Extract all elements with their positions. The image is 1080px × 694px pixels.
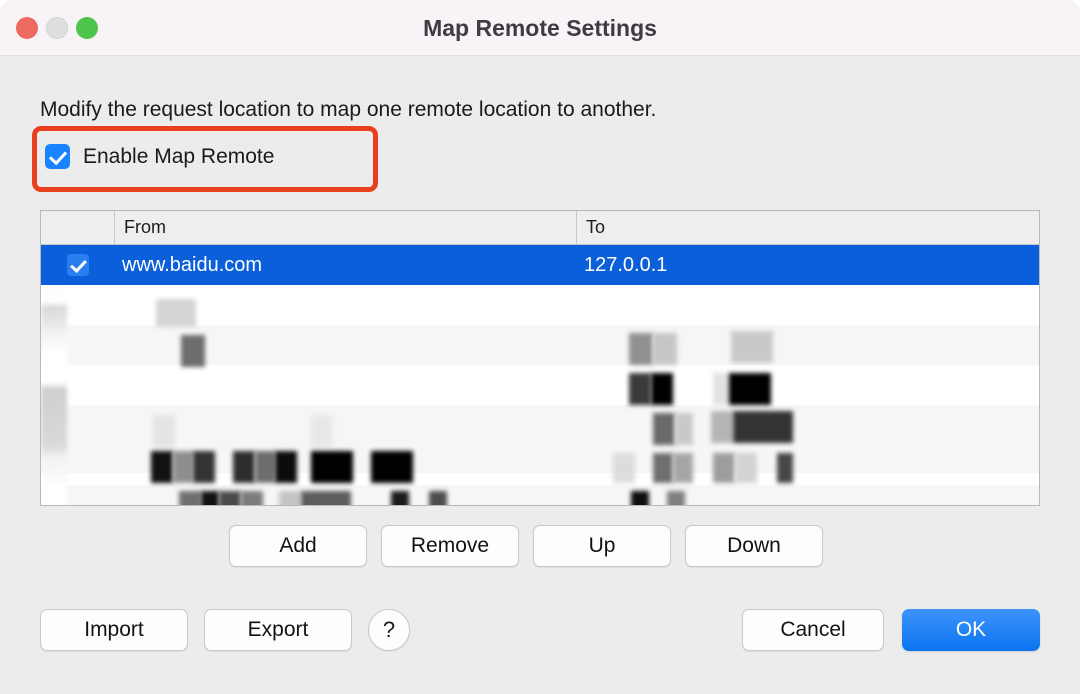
remove-button[interactable]: Remove xyxy=(381,525,519,567)
table-action-buttons: Add Remove Up Down xyxy=(229,525,823,567)
row-enabled-checkbox[interactable] xyxy=(66,254,89,276)
redacted-rows-region[interactable] xyxy=(41,285,1039,505)
up-button[interactable]: Up xyxy=(533,525,671,567)
mappings-table[interactable]: From To www.baidu.com 127.0.0.1 xyxy=(40,210,1040,506)
enable-map-remote-row[interactable]: Enable Map Remote xyxy=(45,144,274,169)
add-button[interactable]: Add xyxy=(229,525,367,567)
bottom-left-buttons: Import Export ? xyxy=(40,609,410,651)
window-titlebar: Map Remote Settings xyxy=(0,0,1080,56)
table-row[interactable]: www.baidu.com 127.0.0.1 xyxy=(41,245,1039,285)
table-header-from[interactable]: From xyxy=(114,211,576,244)
description-text: Modify the request location to map one r… xyxy=(40,98,657,121)
enable-map-remote-checkbox[interactable] xyxy=(45,144,70,169)
table-header-gutter xyxy=(41,211,114,244)
cancel-button[interactable]: Cancel xyxy=(742,609,884,651)
help-button[interactable]: ? xyxy=(368,609,410,651)
import-button[interactable]: Import xyxy=(40,609,188,651)
row-from-value: www.baidu.com xyxy=(122,253,263,276)
enable-map-remote-label: Enable Map Remote xyxy=(83,144,275,168)
row-to-value: 127.0.0.1 xyxy=(584,253,668,276)
table-header-row: From To xyxy=(41,211,1039,245)
row-checkbox-cell[interactable] xyxy=(41,254,114,276)
dialog-body: Modify the request location to map one r… xyxy=(0,56,1080,694)
ok-button[interactable]: OK xyxy=(902,609,1040,651)
map-remote-settings-window: Map Remote Settings Modify the request l… xyxy=(0,0,1080,694)
bottom-right-buttons: Cancel OK xyxy=(742,609,1040,651)
redacted-left-edge xyxy=(41,285,67,505)
window-title: Map Remote Settings xyxy=(423,15,657,41)
down-button[interactable]: Down xyxy=(685,525,823,567)
export-button[interactable]: Export xyxy=(204,609,352,651)
table-header-to[interactable]: To xyxy=(576,211,1039,244)
